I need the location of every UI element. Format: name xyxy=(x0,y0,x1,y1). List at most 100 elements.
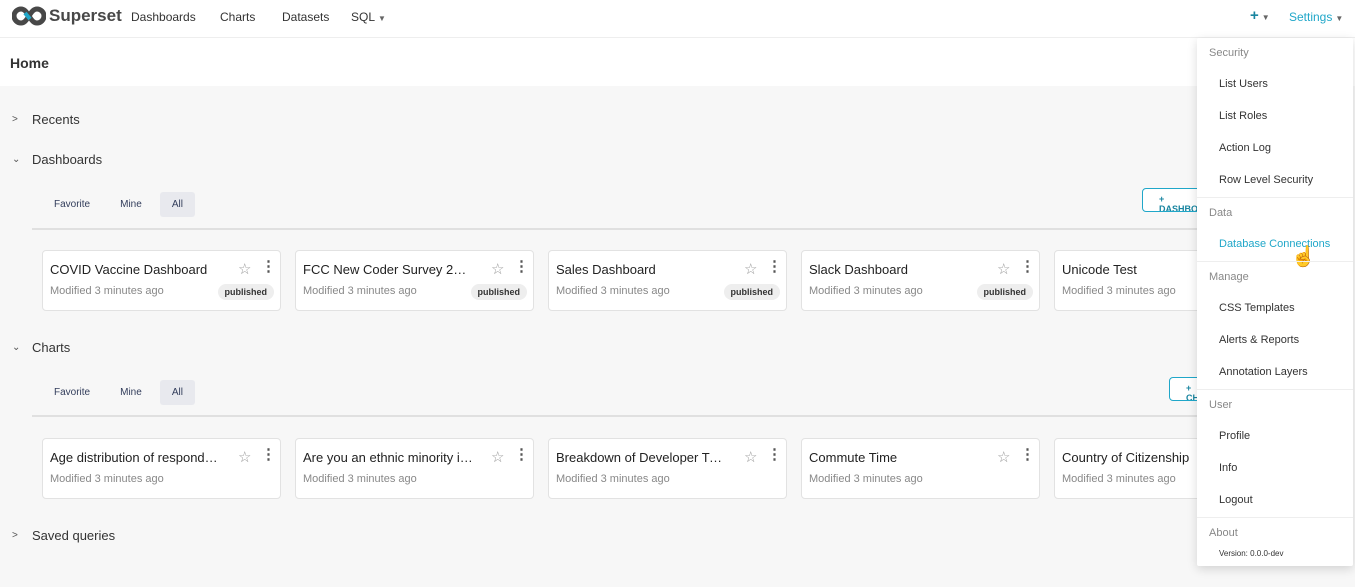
menu-group-manage: Manage xyxy=(1209,271,1249,283)
star-icon[interactable]: ☆ xyxy=(491,448,504,466)
more-vertical-icon[interactable]: ⋮ xyxy=(261,447,276,462)
chart-filter-tabs: Favorite Mine All xyxy=(42,380,195,405)
settings-menu-button[interactable]: Settings ▼ xyxy=(1289,10,1343,24)
status-badge: published xyxy=(976,284,1033,300)
star-icon[interactable]: ☆ xyxy=(744,448,757,466)
card-title[interactable]: Age distribution of respondents xyxy=(50,450,220,465)
section-saved-queries-toggle[interactable]: > Saved queries xyxy=(12,528,115,543)
hand-pointer-cursor-icon: ☝ xyxy=(1291,246,1316,268)
tab-all[interactable]: All xyxy=(159,380,195,405)
card-modified: Modified 3 minutes ago xyxy=(1062,473,1176,485)
menu-divider xyxy=(1197,261,1353,262)
star-icon[interactable]: ☆ xyxy=(491,260,504,278)
menu-divider xyxy=(1197,389,1353,390)
more-vertical-icon[interactable]: ⋮ xyxy=(1020,447,1035,462)
chart-card[interactable]: Are you an ethnic minority in your city?… xyxy=(295,438,534,499)
card-title[interactable]: Commute Time xyxy=(809,450,979,465)
tab-all[interactable]: All xyxy=(159,192,195,217)
star-icon[interactable]: ☆ xyxy=(997,448,1010,466)
caret-down-icon: ▼ xyxy=(1261,13,1270,22)
menu-divider xyxy=(1197,197,1353,198)
card-modified: Modified 3 minutes ago xyxy=(809,285,923,297)
dashboard-card[interactable]: FCC New Coder Survey 2018 Modified 3 min… xyxy=(295,250,534,311)
menu-item-css-templates[interactable]: CSS Templates xyxy=(1219,302,1295,314)
card-modified: Modified 3 minutes ago xyxy=(50,285,164,297)
dashboard-filter-tabs: Favorite Mine All xyxy=(42,192,195,217)
star-icon[interactable]: ☆ xyxy=(238,448,251,466)
section-dashboards-toggle[interactable]: ⌄ Dashboards xyxy=(12,152,102,167)
dashboard-card[interactable]: COVID Vaccine Dashboard Modified 3 minut… xyxy=(42,250,281,311)
section-charts-toggle[interactable]: ⌄ Charts xyxy=(12,340,70,355)
card-modified: Modified 3 minutes ago xyxy=(303,473,417,485)
status-badge: published xyxy=(470,284,527,300)
page-title: Home xyxy=(10,55,49,71)
card-title[interactable]: Are you an ethnic minority in your city? xyxy=(303,450,473,465)
menu-group-about: About xyxy=(1209,527,1238,539)
chevron-right-icon: > xyxy=(12,530,18,541)
chevron-right-icon: > xyxy=(12,114,18,125)
settings-label: Settings xyxy=(1289,10,1333,24)
chevron-down-icon: ⌄ xyxy=(12,154,21,165)
more-vertical-icon[interactable]: ⋮ xyxy=(514,447,529,462)
menu-item-profile[interactable]: Profile xyxy=(1219,430,1250,442)
star-icon[interactable]: ☆ xyxy=(238,260,251,278)
card-modified: Modified 3 minutes ago xyxy=(50,473,164,485)
nav-charts[interactable]: Charts xyxy=(220,10,255,24)
page-header: Home xyxy=(0,38,1355,86)
brand-name: Superset xyxy=(49,6,122,25)
more-vertical-icon[interactable]: ⋮ xyxy=(514,259,529,274)
menu-item-alerts-reports[interactable]: Alerts & Reports xyxy=(1219,334,1299,346)
card-title[interactable]: Slack Dashboard xyxy=(809,262,979,277)
plus-icon: + xyxy=(1250,7,1259,24)
chart-card[interactable]: Age distribution of respondents Modified… xyxy=(42,438,281,499)
menu-item-row-level-security[interactable]: Row Level Security xyxy=(1219,174,1313,186)
menu-divider xyxy=(1197,517,1353,518)
nav-datasets[interactable]: Datasets xyxy=(282,10,329,24)
section-recents-toggle[interactable]: > Recents xyxy=(12,112,80,127)
tab-mine[interactable]: Mine xyxy=(108,380,154,405)
chart-card[interactable]: Breakdown of Developer Type Modified 3 m… xyxy=(548,438,787,499)
card-title[interactable]: Sales Dashboard xyxy=(556,262,726,277)
chart-card[interactable]: Commute Time Modified 3 minutes ago ☆ ⋮ xyxy=(801,438,1040,499)
card-modified: Modified 3 minutes ago xyxy=(556,473,670,485)
menu-item-action-log[interactable]: Action Log xyxy=(1219,142,1271,154)
dashboard-card[interactable]: Slack Dashboard Modified 3 minutes ago ☆… xyxy=(801,250,1040,311)
status-badge: published xyxy=(217,284,274,300)
section-label: Saved queries xyxy=(32,528,116,543)
card-title[interactable]: COVID Vaccine Dashboard xyxy=(50,262,220,277)
tab-mine[interactable]: Mine xyxy=(108,192,154,217)
more-vertical-icon[interactable]: ⋮ xyxy=(767,447,782,462)
more-vertical-icon[interactable]: ⋮ xyxy=(261,259,276,274)
star-icon[interactable]: ☆ xyxy=(744,260,757,278)
menu-group-user: User xyxy=(1209,399,1233,411)
divider xyxy=(32,415,1202,417)
menu-item-list-roles[interactable]: List Roles xyxy=(1219,110,1267,122)
nav-dashboards[interactable]: Dashboards xyxy=(131,10,196,24)
section-label: Dashboards xyxy=(32,152,103,167)
dashboard-card[interactable]: Sales Dashboard Modified 3 minutes ago ☆… xyxy=(548,250,787,311)
nav-sql[interactable]: SQL ▼ xyxy=(351,10,386,24)
menu-group-data: Data xyxy=(1209,207,1233,219)
more-vertical-icon[interactable]: ⋮ xyxy=(1020,259,1035,274)
tab-favorite[interactable]: Favorite xyxy=(42,192,102,217)
divider xyxy=(32,228,1202,230)
settings-dropdown-menu: Security List Users List Roles Action Lo… xyxy=(1197,38,1353,566)
menu-item-list-users[interactable]: List Users xyxy=(1219,78,1268,90)
tab-favorite[interactable]: Favorite xyxy=(42,380,102,405)
menu-item-logout[interactable]: Logout xyxy=(1219,494,1253,506)
infinity-logo-icon xyxy=(12,6,46,26)
caret-down-icon: ▼ xyxy=(1335,14,1344,23)
menu-item-annotation-layers[interactable]: Annotation Layers xyxy=(1219,366,1308,378)
star-icon[interactable]: ☆ xyxy=(997,260,1010,278)
nav-sql-label: SQL xyxy=(351,10,376,24)
superset-logo[interactable]: Superset xyxy=(12,6,122,26)
menu-item-info[interactable]: Info xyxy=(1219,462,1237,474)
card-modified: Modified 3 minutes ago xyxy=(809,473,923,485)
more-vertical-icon[interactable]: ⋮ xyxy=(767,259,782,274)
card-title[interactable]: FCC New Coder Survey 2018 xyxy=(303,262,473,277)
version-label: Version: 0.0.0-dev xyxy=(1219,549,1284,558)
menu-group-security: Security xyxy=(1209,47,1249,59)
add-new-button[interactable]: + ▼ xyxy=(1250,7,1270,24)
card-title[interactable]: Breakdown of Developer Type xyxy=(556,450,726,465)
caret-down-icon: ▼ xyxy=(378,14,386,23)
